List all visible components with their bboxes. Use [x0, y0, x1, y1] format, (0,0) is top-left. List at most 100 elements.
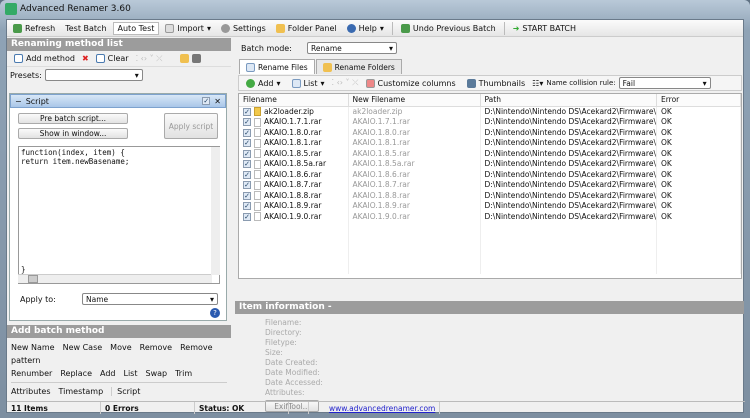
row-checkbox[interactable]: ✓: [243, 107, 251, 116]
auto-test-button[interactable]: Auto Test: [112, 21, 160, 35]
add-method-button[interactable]: Add method: [10, 53, 79, 64]
collapse-icon[interactable]: −: [15, 97, 22, 106]
table-row[interactable]: ✓ AKAIO.1.8.1.rar AKAIO.1.8.1.rar D:\Ninten…: [239, 137, 742, 148]
status-errors: 0 Errors: [101, 402, 195, 414]
column-header-path[interactable]: Path: [480, 94, 657, 107]
vertical-scrollbar[interactable]: [211, 147, 220, 275]
help-icon[interactable]: ?: [210, 308, 220, 318]
method-link-renumber[interactable]: Renumber: [11, 369, 52, 378]
table-row[interactable]: ✓ AKAIO.1.8.5a.rar AKAIO.1.8.5a.rar D:\Nint…: [239, 158, 742, 169]
method-link-timestamp[interactable]: Timestamp: [59, 387, 104, 396]
table-row[interactable]: ✓ AKAIO.1.8.6.rar AKAIO.1.8.6.rar D:\Ninten…: [239, 169, 742, 180]
method-link-replace[interactable]: Replace: [60, 369, 92, 378]
refresh-label: Refresh: [25, 23, 56, 33]
script-method-panel: − Script ✓ ✕ Pre batch script... Show in wi…: [9, 93, 227, 321]
method-link-add[interactable]: Add: [100, 369, 116, 378]
settings-label: Settings: [232, 23, 266, 33]
table-row[interactable]: ✓ AKAIO.1.8.7.rar AKAIO.1.8.7.rar D:\Ninten…: [239, 179, 742, 190]
filename: AKAIO.1.8.6.rar: [264, 169, 322, 179]
table-row[interactable]: ✓ AKAIO.1.7.1.rar AKAIO.1.7.1.rar D:\Ninten…: [239, 116, 742, 127]
filename-cell: ✓ AKAIO.1.8.9.rar: [239, 200, 349, 211]
apply-to-select[interactable]: Name: [82, 293, 218, 305]
website-link[interactable]: www.advancedrenamer.com: [309, 402, 441, 414]
refresh-button[interactable]: Refresh: [9, 23, 59, 34]
filename-cell: ✓ ak2loader.zip: [239, 106, 349, 117]
table-row[interactable]: ✓ AKAIO.1.8.8.rar AKAIO.1.8.8.rar D:\Ninten…: [239, 190, 742, 201]
customize-columns-button[interactable]: Customize columns: [362, 78, 460, 89]
row-checkbox[interactable]: ✓: [243, 139, 251, 147]
folder-panel-button[interactable]: Folder Panel: [272, 23, 341, 34]
method-link-new-name[interactable]: New Name: [11, 343, 55, 352]
row-checkbox[interactable]: ✓: [243, 160, 251, 168]
show-in-window-button[interactable]: Show in window...: [18, 128, 128, 139]
thumbnails-button[interactable]: Thumbnails: [463, 78, 529, 89]
collision-label: Name collision rule:: [546, 79, 616, 87]
row-checkbox[interactable]: ✓: [243, 181, 251, 189]
row-checkbox[interactable]: ✓: [243, 149, 251, 158]
error-cell: OK: [656, 116, 742, 127]
row-checkbox[interactable]: ✓: [243, 191, 251, 200]
add-batch-method-section: Add batch method New Name New Case Move Rem…: [7, 325, 231, 401]
start-batch-button[interactable]: ➜ START BATCH: [509, 23, 580, 34]
presets-select[interactable]: [44, 69, 143, 81]
method-link-script[interactable]: Script: [111, 387, 141, 396]
row-checkbox[interactable]: ✓: [243, 170, 251, 179]
settings-button[interactable]: Settings: [217, 23, 270, 34]
file-table: Filename New Filename Path Error ✓ ak2loa…: [239, 94, 742, 274]
horizontal-scrollbar[interactable]: [18, 274, 212, 283]
column-header-filename[interactable]: Filename: [239, 94, 349, 107]
column-header-new-filename[interactable]: New Filename: [348, 94, 481, 107]
row-checkbox[interactable]: ✓: [243, 212, 251, 221]
list-button[interactable]: List ▾: [288, 78, 329, 89]
enable-checkbox[interactable]: ✓: [202, 97, 211, 105]
add-files-button[interactable]: Add ▾: [242, 78, 285, 89]
row-checkbox[interactable]: ✓: [243, 118, 251, 126]
table-row[interactable]: ✓ ak2loader.zip ak2loader.zip D:\Nintendo\N…: [239, 106, 742, 117]
filename-cell: ✓ AKAIO.1.9.0.rar: [239, 211, 349, 222]
import-button[interactable]: Import ▾: [161, 23, 215, 34]
start-batch-label: START BATCH: [522, 23, 576, 33]
script-editor[interactable]: function(index, item) { return item.newB…: [18, 146, 220, 284]
delete-icon[interactable]: ✖: [82, 54, 89, 63]
column-header-error[interactable]: Error: [656, 94, 742, 107]
tab-rename-folders[interactable]: Rename Folders: [315, 59, 402, 74]
table-row[interactable]: ✓ AKAIO.1.9.0.rar AKAIO.1.9.0.rar D:\Ninten…: [239, 211, 742, 222]
pre-batch-script-button[interactable]: Pre batch script...: [18, 113, 128, 124]
new-filename-cell: AKAIO.1.8.0.rar: [348, 127, 481, 138]
filename-cell: ✓ AKAIO.1.7.1.rar: [239, 116, 349, 127]
row-checkbox[interactable]: ✓: [243, 202, 251, 210]
filename-cell: ✓ AKAIO.1.8.5a.rar: [239, 158, 349, 169]
method-link-list[interactable]: List: [124, 369, 138, 378]
collision-select[interactable]: Fail: [618, 77, 711, 89]
close-icon[interactable]: ✕: [214, 97, 221, 106]
tab-rename-files[interactable]: Rename Files: [239, 59, 315, 74]
method-link-trim[interactable]: Trim: [175, 369, 192, 378]
save-preset-icon[interactable]: [191, 54, 201, 63]
test-batch-button[interactable]: Test Batch: [61, 23, 110, 34]
view-mode-icon[interactable]: ☷▾: [532, 79, 543, 88]
apply-script-button[interactable]: Apply script: [164, 113, 218, 139]
batch-mode-select[interactable]: Rename: [307, 42, 397, 54]
filename: ak2loader.zip: [264, 106, 314, 116]
customize-label: Customize columns: [377, 78, 456, 88]
info-label: Date Accessed:: [265, 378, 323, 387]
zip-file-icon: [254, 107, 261, 117]
method-link-attributes[interactable]: Attributes: [11, 387, 51, 396]
table-row[interactable]: ✓ AKAIO.1.8.5.rar AKAIO.1.8.5.rar D:\Ninten…: [239, 148, 742, 159]
row-checkbox[interactable]: ✓: [243, 128, 251, 137]
method-link-remove[interactable]: Remove: [140, 343, 172, 352]
method-link-new-case[interactable]: New Case: [63, 343, 103, 352]
method-link-move[interactable]: Move: [110, 343, 131, 352]
table-row[interactable]: ✓ AKAIO.1.8.0.rar AKAIO.1.8.0.rar D:\Ninten…: [239, 127, 742, 138]
scrollbar-thumb[interactable]: [28, 275, 38, 283]
filename: AKAIO.1.7.1.rar: [264, 117, 322, 126]
load-preset-icon[interactable]: [179, 54, 189, 63]
undo-batch-button[interactable]: Undo Previous Batch: [397, 23, 500, 34]
gear-icon: [220, 23, 230, 33]
clear-button[interactable]: Clear: [92, 53, 133, 64]
help-button[interactable]: Help ▾: [343, 23, 388, 34]
table-row[interactable]: ✓ AKAIO.1.8.9.rar AKAIO.1.8.9.rar D:\Ninten…: [239, 200, 742, 211]
item-info-header[interactable]: Item information -: [235, 301, 744, 314]
method-link-swap[interactable]: Swap: [145, 369, 167, 378]
filename: AKAIO.1.8.1.rar: [264, 138, 322, 147]
